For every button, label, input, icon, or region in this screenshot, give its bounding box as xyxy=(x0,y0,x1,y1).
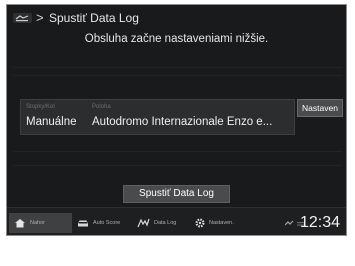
signal-icon xyxy=(285,220,294,226)
home-icon xyxy=(15,219,25,228)
clock: 12:34 xyxy=(299,214,340,231)
nav-label-settings: Nastaven. xyxy=(209,220,234,226)
nav-tab-settings[interactable]: Nastaven. xyxy=(195,213,255,233)
location-label: Poloha xyxy=(92,104,111,110)
data-log-icon xyxy=(137,218,150,228)
screen-frame: > Spustiť Data Log Obsluha začne nastave… xyxy=(6,4,347,236)
nav-tab-home[interactable]: Nahor xyxy=(9,213,72,233)
settings-button[interactable]: Nastaven xyxy=(297,99,343,117)
location-value: Autodromo Internazionale Enzo e... xyxy=(92,116,273,128)
nav-label-auto-score: Auto Score xyxy=(93,220,121,226)
back-app-icon[interactable] xyxy=(13,13,32,23)
breadcrumb-separator: > xyxy=(36,10,44,25)
data-log-settings-card[interactable]: Stopky/Kol Manuálne Poloha Autodromo Int… xyxy=(20,99,295,135)
divider xyxy=(13,75,342,76)
title-bar: > Spustiť Data Log xyxy=(7,5,346,32)
divider xyxy=(13,165,342,166)
divider xyxy=(13,151,342,152)
divider xyxy=(13,67,342,68)
nav-label-home: Nahor xyxy=(30,220,45,226)
car-icon xyxy=(78,220,88,226)
nav-tab-data-log[interactable]: Data Log xyxy=(137,213,192,233)
lap-timer-value: Manuálne xyxy=(26,116,77,128)
hint-text: Obsluha začne nastaveniami nižšie. xyxy=(84,33,269,45)
lap-timer-label: Stopky/Kol xyxy=(26,104,55,110)
gear-icon xyxy=(195,218,205,228)
bottom-nav-bar: Nahor Auto Score Data Log Nastaven. 12:3… xyxy=(7,207,346,235)
start-data-log-button[interactable]: Spustiť Data Log xyxy=(123,185,230,203)
screen-title: Spustiť Data Log xyxy=(49,11,139,25)
nav-tab-auto-score[interactable]: Auto Score xyxy=(77,213,135,233)
nav-label-data-log: Data Log xyxy=(154,220,177,226)
